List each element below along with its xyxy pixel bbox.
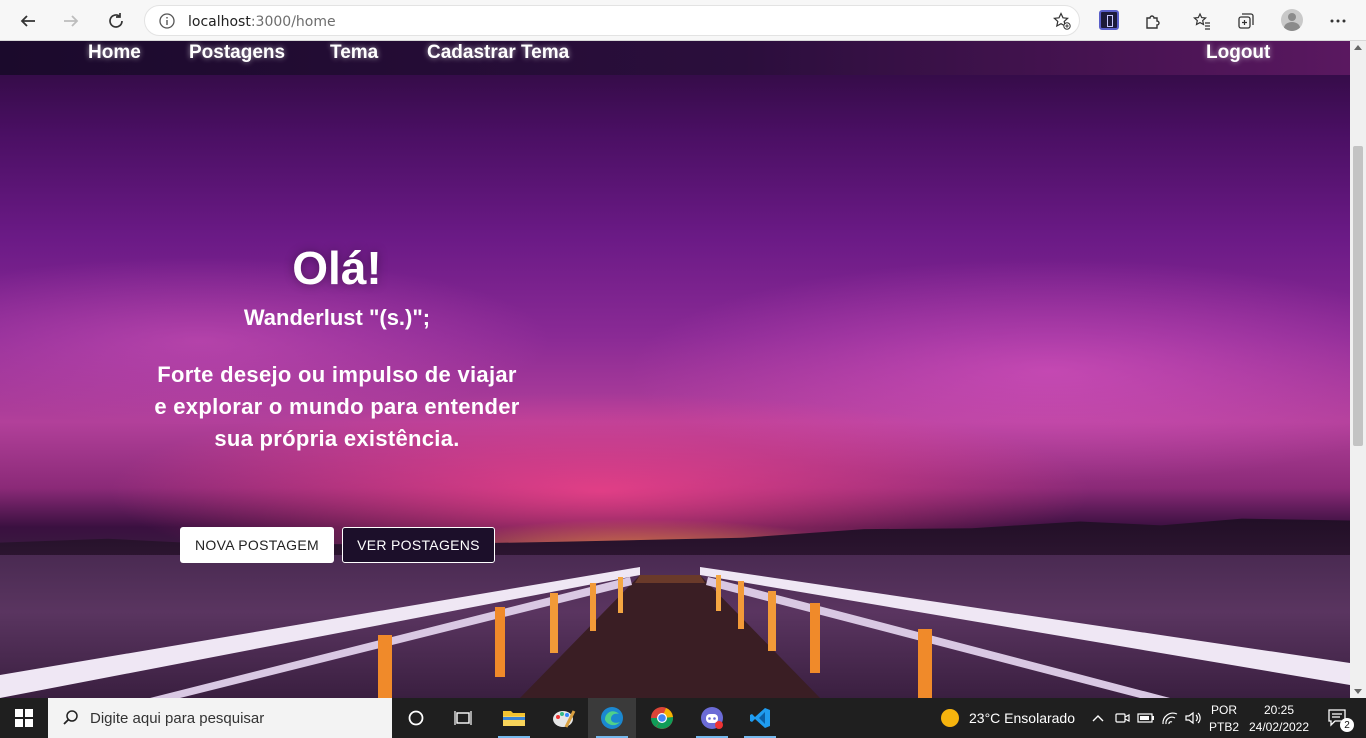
keyboard-layout: PTB2	[1208, 720, 1239, 734]
info-icon[interactable]	[159, 13, 175, 29]
vertical-scrollbar[interactable]	[1350, 41, 1366, 698]
vscode-icon[interactable]	[736, 698, 784, 738]
volume-icon[interactable]	[1182, 698, 1206, 738]
cortana-icon[interactable]	[392, 698, 440, 738]
hero-title: Olá!	[292, 242, 382, 294]
battery-icon[interactable]	[1134, 698, 1158, 738]
notification-count: 2	[1340, 718, 1354, 732]
start-button[interactable]	[0, 698, 48, 738]
taskbar-search[interactable]: Digite aqui para pesquisar	[48, 698, 392, 738]
new-post-button[interactable]: NOVA POSTAGEM	[180, 527, 334, 563]
url-path: :3000/home	[250, 14, 336, 30]
add-favorite-icon[interactable]	[1053, 12, 1071, 30]
nav-logout[interactable]: Logout	[1206, 42, 1270, 64]
address-bar[interactable]: localhost:3000/home	[144, 5, 1080, 36]
collections-icon[interactable]	[1236, 11, 1256, 31]
discord-app-icon[interactable]	[688, 698, 736, 738]
edge-browser-icon[interactable]	[588, 698, 636, 738]
back-arrow-icon[interactable]	[15, 8, 41, 34]
pier-image	[0, 567, 1350, 698]
url-host: localhost	[188, 14, 251, 30]
view-posts-button[interactable]: VER POSTAGENS	[342, 527, 495, 563]
hero-word: Wanderlust "(s.)";	[243, 305, 431, 330]
scroll-down-arrow-icon[interactable]	[1354, 689, 1362, 694]
nav-theme[interactable]: Tema	[330, 42, 378, 64]
extensions-puzzle-icon[interactable]	[1143, 11, 1163, 31]
weather-text[interactable]: 23°C Ensolarado	[969, 710, 1075, 726]
search-icon	[63, 710, 78, 725]
search-placeholder: Digite aqui para pesquisar	[90, 709, 265, 727]
nav-register-theme[interactable]: Cadastrar Tema	[427, 42, 569, 64]
task-view-icon[interactable]	[440, 698, 488, 738]
scroll-thumb[interactable]	[1353, 146, 1363, 446]
hero-section: Olá! Wanderlust "(s.)"; Forte desejo ou …	[150, 241, 524, 455]
clock-time: 20:25	[1263, 703, 1295, 717]
profile-avatar[interactable]	[1281, 9, 1303, 31]
top-navbar: Home Postagens Tema Cadastrar Tema Logou…	[0, 41, 1350, 75]
nav-home[interactable]: Home	[88, 42, 141, 64]
favorites-icon[interactable]	[1192, 11, 1212, 31]
language-indicator[interactable]: POR PTB2	[1206, 703, 1242, 734]
forward-arrow-icon[interactable]	[58, 8, 84, 34]
refresh-icon[interactable]	[103, 8, 129, 34]
url-text: localhost:3000/home	[188, 14, 336, 30]
scroll-up-arrow-icon[interactable]	[1354, 45, 1362, 50]
paint-app-icon[interactable]	[540, 698, 588, 738]
meet-now-icon[interactable]	[1110, 698, 1134, 738]
weather-sun-icon[interactable]	[926, 698, 974, 738]
file-explorer-icon[interactable]	[490, 698, 538, 738]
wifi-icon[interactable]	[1158, 698, 1182, 738]
windows-logo-icon	[15, 709, 33, 727]
language-code: POR	[1210, 703, 1237, 717]
browser-toolbar: localhost:3000/home	[0, 0, 1366, 41]
extension-icon[interactable]	[1099, 10, 1119, 30]
tray-chevron-up-icon[interactable]	[1086, 698, 1110, 738]
windows-taskbar: Digite aqui para pesquisar 23°C Ensolara…	[0, 698, 1366, 738]
more-menu-icon[interactable]	[1328, 11, 1348, 31]
hero-description: Forte desejo ou impulso de viajar e expl…	[154, 362, 520, 451]
notifications-icon[interactable]: 2	[1318, 698, 1358, 738]
clock-date: 24/02/2022	[1248, 720, 1310, 734]
clock[interactable]: 20:25 24/02/2022	[1244, 703, 1314, 734]
chrome-browser-icon[interactable]	[638, 698, 686, 738]
web-page: Home Postagens Tema Cadastrar Tema Logou…	[0, 41, 1350, 698]
nav-posts[interactable]: Postagens	[189, 42, 285, 64]
